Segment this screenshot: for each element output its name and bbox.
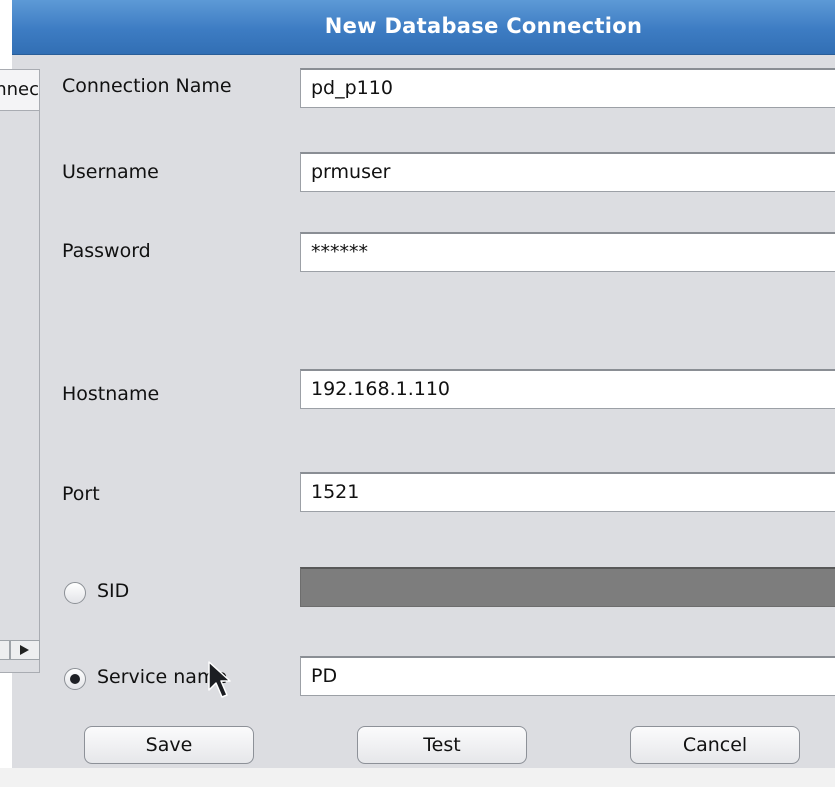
connection-name-label: Connection Name <box>62 75 232 97</box>
scrollbar-track[interactable] <box>0 640 10 660</box>
service-name-radio[interactable] <box>64 668 86 690</box>
service-name-field[interactable]: PD <box>300 656 835 696</box>
password-label: Password <box>62 240 151 262</box>
connections-list-panel[interactable]: Connec <box>0 69 40 673</box>
hostname-field[interactable]: 192.168.1.110 <box>300 369 835 409</box>
cancel-button[interactable]: Cancel <box>630 726 800 764</box>
username-label: Username <box>62 161 159 183</box>
title-bar: New Database Connection <box>12 0 835 55</box>
port-label: Port <box>62 483 100 505</box>
bottom-strip <box>0 768 835 787</box>
radio-selected-dot <box>70 674 80 684</box>
scroll-right-button[interactable] <box>10 640 40 660</box>
hostname-label: Hostname <box>62 383 160 405</box>
dialog-title: New Database Connection <box>324 14 643 38</box>
save-button[interactable]: Save <box>84 726 254 764</box>
new-database-connection-dialog: New Database Connection Connec Connectio… <box>0 0 835 787</box>
sid-field <box>300 567 835 607</box>
port-field[interactable]: 1521 <box>300 472 835 512</box>
password-field[interactable]: ****** <box>300 232 835 272</box>
connection-name-field[interactable]: pd_p110 <box>300 68 835 108</box>
arrow-right-icon <box>20 645 29 655</box>
sid-radio[interactable] <box>64 582 86 604</box>
sid-label[interactable]: SID <box>97 580 129 602</box>
mouse-pointer-icon <box>208 661 231 698</box>
connections-list-header[interactable]: Connec <box>0 70 39 111</box>
test-button[interactable]: Test <box>357 726 527 764</box>
username-field[interactable]: prmuser <box>300 152 835 192</box>
